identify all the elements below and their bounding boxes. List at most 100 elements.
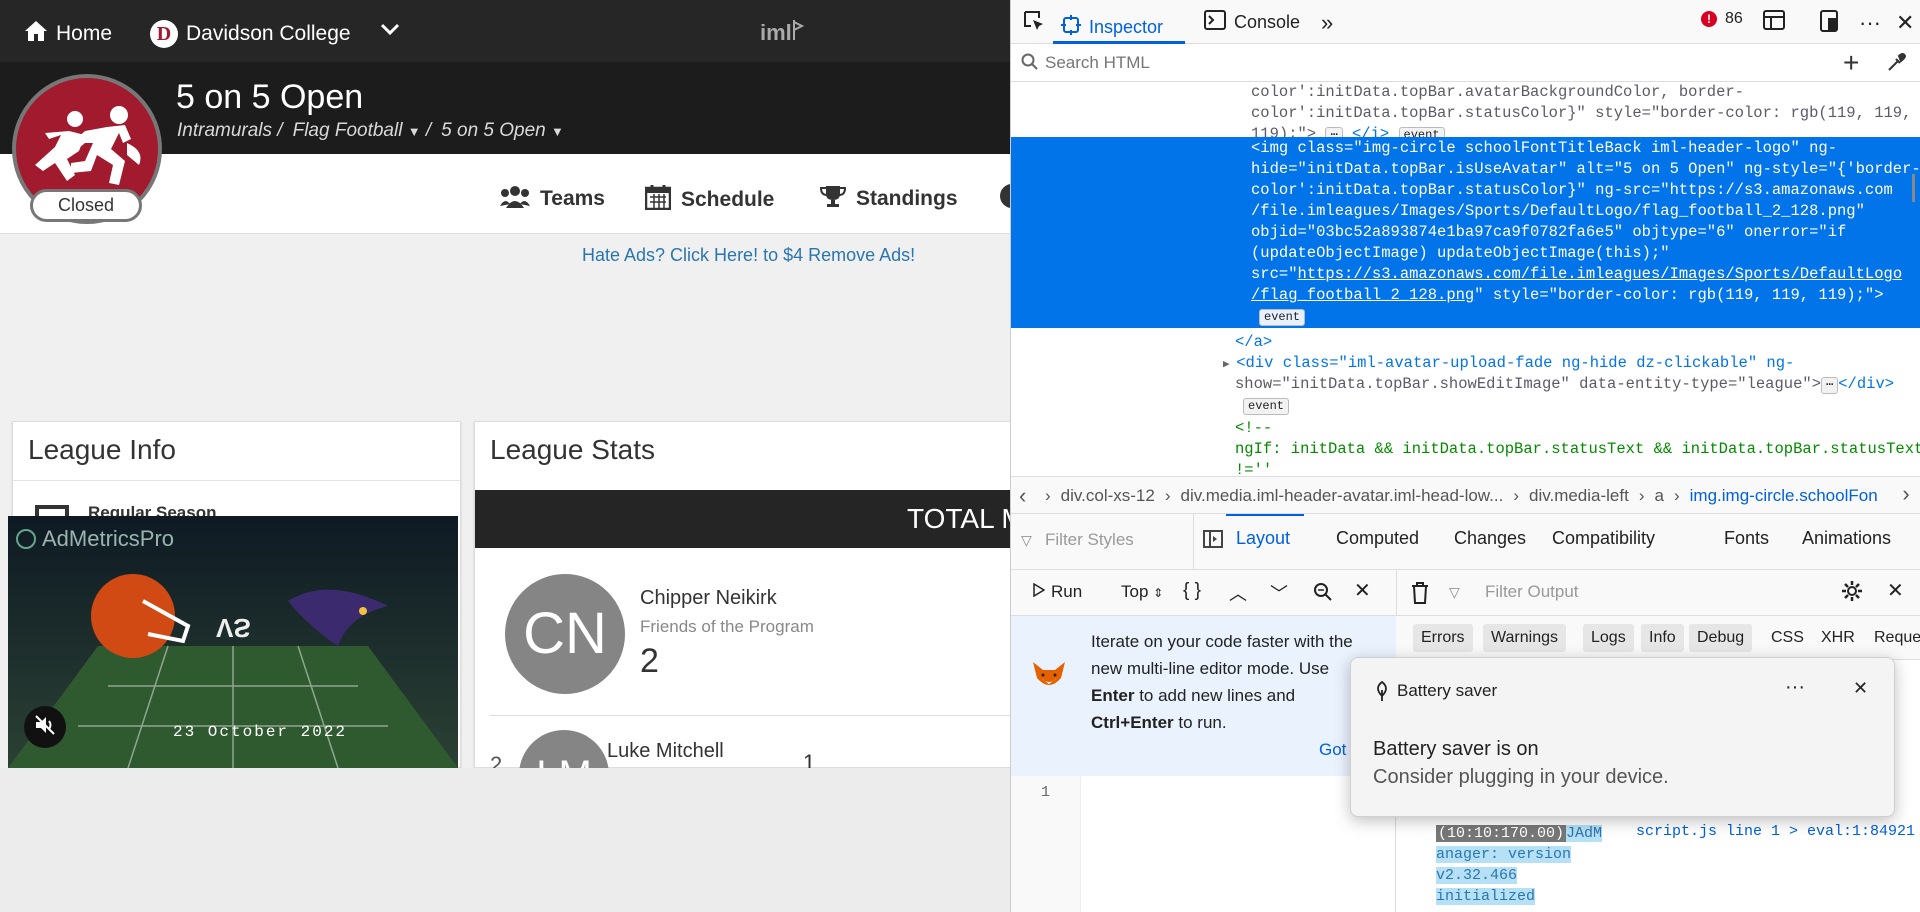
tab-changes[interactable]: Changes	[1454, 528, 1526, 549]
event-badge[interactable]: event	[1243, 398, 1290, 415]
markup-line-selected[interactable]: event	[1011, 306, 1920, 327]
college-selector[interactable]: D Davidson College	[150, 20, 351, 48]
filter-info-button[interactable]: Info	[1641, 624, 1684, 652]
home-link[interactable]: Home	[24, 20, 112, 48]
markup-line-selected[interactable]: objid="03bc52a893874e1ba97ca9f0782fa6e5"…	[1011, 222, 1920, 243]
avatar: LM	[519, 730, 609, 768]
history-up-icon[interactable]: ︿	[1229, 580, 1247, 606]
toast-more-button[interactable]: ···	[1785, 676, 1805, 699]
filter-styles-input[interactable]: Filter Styles	[1045, 530, 1134, 550]
run-button[interactable]: Run	[1033, 582, 1082, 602]
filter-xhr-button[interactable]: XHR	[1813, 624, 1863, 652]
more-tabs-chevron-icon[interactable]: »	[1321, 10, 1333, 36]
add-node-icon[interactable]: +	[1843, 47, 1859, 79]
crumb-flag-football[interactable]: Flag Football ▼ /	[293, 120, 432, 142]
breadcrumb-node[interactable]: div.col-xs-12	[1061, 486, 1155, 506]
breadcrumb-left-arrow-icon[interactable]: ‹	[1019, 483, 1026, 509]
tab-teams[interactable]: Teams	[500, 184, 605, 214]
close-split-console-icon[interactable]: ✕	[1887, 578, 1904, 603]
markup-line-selected[interactable]: src="https://s3.amazonaws.com/file.imlea…	[1011, 264, 1920, 285]
player-name[interactable]: Luke Mitchell	[607, 740, 724, 763]
tab-animations[interactable]: Animations	[1802, 528, 1891, 549]
markup-line[interactable]: color':initData.topBar.statusColor}" sty…	[1011, 103, 1920, 124]
console-settings-icon[interactable]	[1841, 580, 1863, 607]
eyedropper-icon[interactable]	[1886, 53, 1907, 78]
flag-football-runners-icon	[35, 106, 141, 185]
markup-line-selected[interactable]: <img class="img-circle schoolFontTitleBa…	[1011, 138, 1920, 159]
markup-line-selected[interactable]: /file.imleagues/Images/Sports/DefaultLog…	[1011, 201, 1920, 222]
remove-ads-link[interactable]: Hate Ads? Click Here! to $4 Remove Ads!	[582, 245, 915, 266]
team-name[interactable]: Friends of the Program	[640, 617, 814, 637]
more-options-icon[interactable]: ···	[1859, 10, 1881, 36]
markup-line-selected[interactable]: hide="initData.topBar.isUseAvatar" alt="…	[1011, 159, 1920, 180]
battery-saver-notification[interactable]: Battery saver ··· ✕ Battery saver is on …	[1350, 657, 1895, 817]
breadcrumb-right-arrow-icon[interactable]: ›	[1891, 477, 1920, 513]
tab-layout[interactable]: Layout	[1236, 528, 1290, 549]
close-devtools-icon[interactable]: ✕	[1896, 10, 1914, 36]
close-editor-icon[interactable]: ✕	[1354, 578, 1371, 603]
pretty-print-icon[interactable]: { }	[1183, 580, 1201, 602]
search-html-input[interactable]	[1045, 50, 1825, 76]
tab-inspector[interactable]: Inspector	[1061, 10, 1163, 44]
markup-line[interactable]: ngIf: initData && initData.topBar.status…	[1011, 439, 1920, 460]
player-name[interactable]: Chipper Neikirk	[640, 587, 777, 610]
element-picker-icon[interactable]	[1023, 10, 1045, 32]
toast-close-icon[interactable]: ✕	[1853, 678, 1868, 699]
clear-console-icon[interactable]	[1411, 582, 1429, 609]
markup-line-selected[interactable]: (updateObjectImage) updateObjectImage(th…	[1011, 243, 1920, 264]
event-badge[interactable]: event	[1259, 309, 1306, 326]
markup-line[interactable]: <!--	[1011, 418, 1920, 439]
tab-standings[interactable]: Standings	[819, 184, 958, 214]
tab-compatibility[interactable]: Compatibility	[1552, 528, 1655, 549]
log-text: v2.32.466	[1436, 867, 1518, 884]
imleagues-logo-icon[interactable]: iml	[758, 16, 804, 46]
crumb-league[interactable]: 5 on 5 Open ▼	[441, 120, 564, 142]
filter-output-input[interactable]: Filter Output	[1485, 582, 1579, 602]
college-dropdown-chevron-icon[interactable]	[380, 22, 400, 36]
tab-computed[interactable]: Computed	[1336, 528, 1419, 549]
video-ad[interactable]: AdMetricsPro VS 23 October 2022	[8, 516, 458, 768]
log-entry[interactable]: (10:10:170.00) JAdM anager: version v2.32…	[1436, 823, 1603, 907]
error-count[interactable]: ! 86	[1701, 10, 1743, 28]
tab-console[interactable]: Console	[1204, 10, 1300, 35]
filter-css-button[interactable]: CSS	[1763, 624, 1812, 652]
mute-button[interactable]	[24, 706, 66, 748]
responsive-mode-icon[interactable]	[1819, 10, 1839, 32]
ellipsis-badge[interactable]: ⋯	[1821, 377, 1839, 394]
markup-line[interactable]: show="initData.topBar.showEditImage" dat…	[1011, 374, 1920, 395]
filter-requests-button[interactable]: Requests	[1866, 624, 1920, 652]
context-selector[interactable]: Top ⇕	[1121, 582, 1163, 602]
more-tab-icon[interactable]	[1000, 184, 1010, 208]
filter-logs-button[interactable]: Logs	[1583, 624, 1634, 652]
image-url-link[interactable]: /flag_football_2_128.png	[1251, 286, 1474, 304]
markup-line-selected[interactable]: color':initData.topBar.statusColor}" ng-…	[1011, 180, 1920, 201]
markup-line-selected[interactable]: /flag_football_2_128.png" style="border-…	[1011, 285, 1920, 306]
markup-line[interactable]: !=''	[1011, 460, 1920, 476]
got-it-button[interactable]: Got	[1319, 740, 1346, 760]
markup-line[interactable]: color':initData.topBar.avatarBackgroundC…	[1011, 82, 1920, 103]
filter-warnings-button[interactable]: Warnings	[1483, 624, 1566, 652]
crumb-intramurals[interactable]: Intramurals /	[177, 120, 283, 142]
expand-triangle-icon[interactable]: ▶	[1223, 359, 1236, 371]
reverse-search-icon[interactable]	[1313, 582, 1333, 607]
split-console-icon[interactable]	[1763, 10, 1785, 30]
breadcrumb-node[interactable]: div.media.iml-header-avatar.iml-head-low…	[1181, 486, 1504, 506]
breadcrumb-node[interactable]: div.media-left	[1529, 486, 1629, 506]
toggle-sidebar-icon[interactable]	[1203, 530, 1223, 553]
filter-errors-button[interactable]: Errors	[1413, 624, 1473, 652]
console-toolbar: Run Top ⇕ { } ︿ ﹀ ✕ ▽ Filter Output ✕	[1011, 570, 1920, 616]
tab-fonts[interactable]: Fonts	[1724, 528, 1769, 549]
markup-line[interactable]: event	[1011, 395, 1920, 416]
markup-line[interactable]: ▶ <div class="iml-avatar-upload-fade ng-…	[1011, 353, 1920, 376]
markup-line[interactable]: </a>	[1011, 332, 1920, 353]
breadcrumb-node[interactable]: img.img-circle.schoolFon	[1690, 486, 1878, 506]
log-source-link[interactable]: script.js line 1 > eval:1:84921	[1636, 823, 1915, 840]
toast-heading: Battery saver is on	[1373, 738, 1539, 760]
filter-debug-button[interactable]: Debug	[1689, 624, 1753, 652]
markup-scrollbar[interactable]	[1912, 174, 1915, 202]
console-editor[interactable]: Iterate on your code faster with the new…	[1011, 616, 1396, 912]
image-url-link[interactable]: https://s3.amazonaws.com/file.imleagues/…	[1298, 265, 1903, 283]
breadcrumb-node[interactable]: a	[1655, 486, 1664, 506]
history-down-icon[interactable]: ﹀	[1270, 580, 1288, 606]
tab-schedule[interactable]: Schedule	[644, 184, 774, 216]
